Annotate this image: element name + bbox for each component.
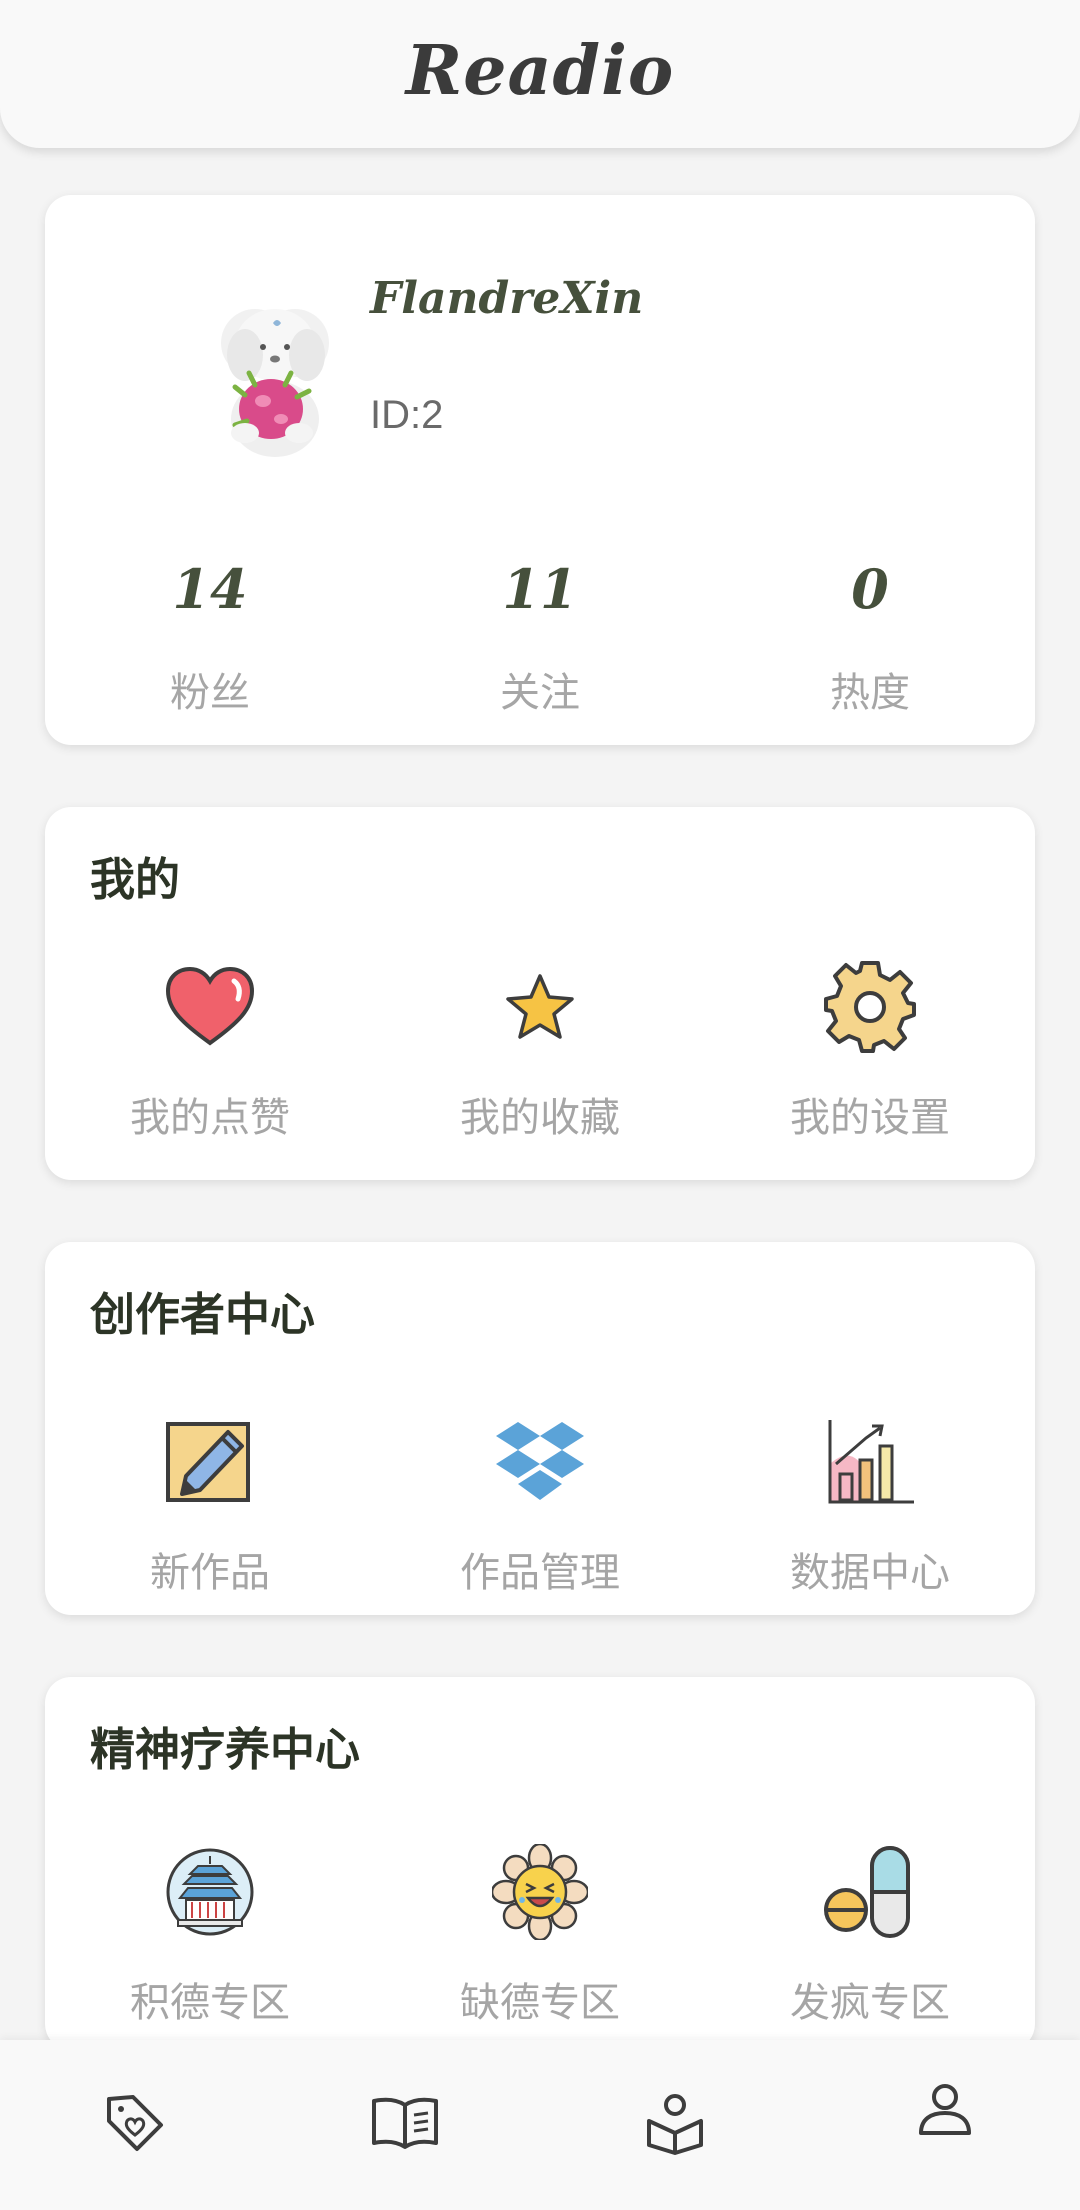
data-center-button[interactable]: 数据中心 (705, 1412, 1035, 1622)
profile-icon (917, 2081, 973, 2141)
creator-card: 创作者中心 新作品 作品管理 数据中心 (45, 1242, 1035, 1615)
temple-icon (160, 1842, 260, 1942)
app-title: Readio (405, 31, 675, 111)
tile-label: 作品管理 (460, 1550, 620, 1596)
stat-value: 14 (172, 557, 248, 621)
pills-icon (820, 1842, 920, 1942)
gear-icon (820, 957, 920, 1057)
stat-following[interactable]: 11 关注 (375, 195, 705, 745)
tile-label: 缺德专区 (460, 1980, 620, 2026)
my-favorites-button[interactable]: 我的收藏 (375, 957, 705, 1167)
bottom-nav (0, 2040, 1080, 2210)
open-book-icon (370, 2093, 440, 2157)
mine-card: 我的 我的点赞 我的收藏 我的设置 (45, 807, 1035, 1180)
my-likes-button[interactable]: 我的点赞 (45, 957, 375, 1167)
bar-chart-icon (820, 1412, 920, 1512)
madness-zone-button[interactable]: 发疯专区 (705, 1842, 1035, 2052)
lacking-virtue-zone-button[interactable]: 缺德专区 (375, 1842, 705, 2052)
nav-profile-tab[interactable] (810, 2026, 1080, 2196)
dropbox-box-icon (490, 1412, 590, 1512)
section-title: 我的 (90, 853, 181, 906)
tile-label: 我的收藏 (460, 1095, 620, 1141)
reader-book-icon (643, 2091, 707, 2159)
tile-label: 新作品 (150, 1550, 270, 1596)
healing-card: 精神疗养中心 积德专区 缺德专区 发疯专区 (45, 1677, 1035, 2050)
stat-label: 热度 (830, 670, 910, 716)
section-title: 精神疗养中心 (90, 1723, 361, 1776)
tile-label: 数据中心 (790, 1550, 950, 1596)
nav-reading-tab[interactable] (540, 2040, 810, 2210)
stat-value: 0 (851, 557, 889, 621)
nav-library-tab[interactable] (270, 2040, 540, 2210)
tile-label: 发疯专区 (790, 1980, 950, 2026)
new-work-button[interactable]: 新作品 (45, 1412, 375, 1622)
stat-label: 关注 (500, 670, 580, 716)
heart-icon (160, 957, 260, 1057)
tile-label: 积德专区 (130, 1980, 290, 2026)
laughing-flower-icon (490, 1842, 590, 1942)
my-settings-button[interactable]: 我的设置 (705, 957, 1035, 1167)
tile-label: 我的设置 (790, 1095, 950, 1141)
stat-value: 11 (502, 557, 578, 621)
works-management-button[interactable]: 作品管理 (375, 1412, 705, 1622)
nav-tags-tab[interactable] (0, 2040, 270, 2210)
edit-note-icon (160, 1412, 260, 1512)
stat-heat[interactable]: 0 热度 (705, 195, 1035, 745)
profile-card[interactable]: FlandreXin ID:2 14 粉丝 11 关注 0 热度 (45, 195, 1035, 745)
tile-label: 我的点赞 (130, 1095, 290, 1141)
merit-zone-button[interactable]: 积德专区 (45, 1842, 375, 2052)
stat-fans[interactable]: 14 粉丝 (45, 195, 375, 745)
star-icon (490, 957, 590, 1057)
tag-heart-icon (103, 2091, 167, 2159)
app-header: Readio (0, 0, 1080, 148)
section-title: 创作者中心 (90, 1288, 316, 1341)
stat-label: 粉丝 (170, 670, 250, 716)
